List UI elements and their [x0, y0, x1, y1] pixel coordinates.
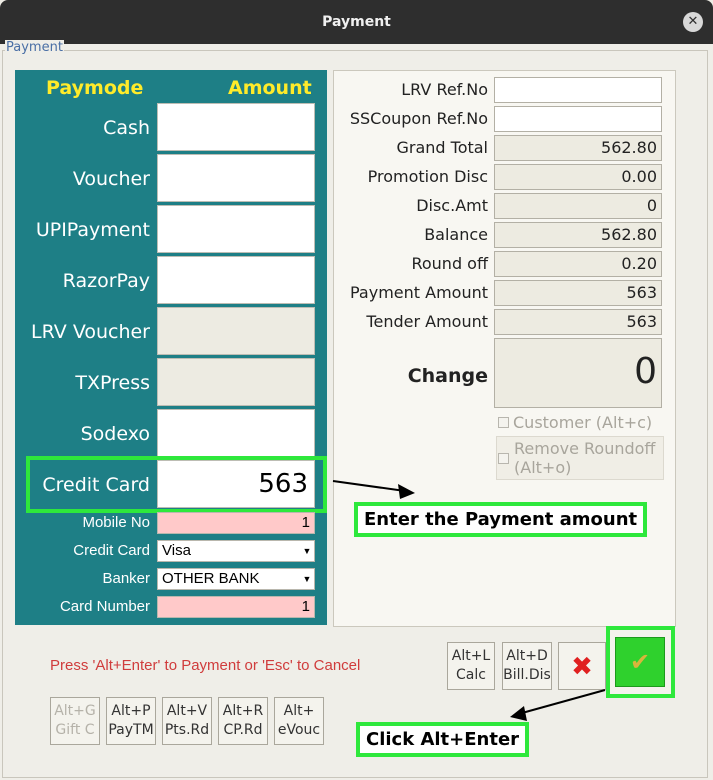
arrow-head-click-ok: [510, 706, 527, 721]
arrow-line-click-ok: [521, 689, 606, 714]
arrow-head-enter-amount: [398, 484, 415, 499]
callout-enter-amount: Enter the Payment amount: [354, 502, 648, 537]
callout-click-alt-enter: Click Alt+Enter: [356, 722, 530, 757]
annotation-arrows: [332, 480, 606, 721]
arrow-line-enter-amount: [332, 480, 406, 492]
